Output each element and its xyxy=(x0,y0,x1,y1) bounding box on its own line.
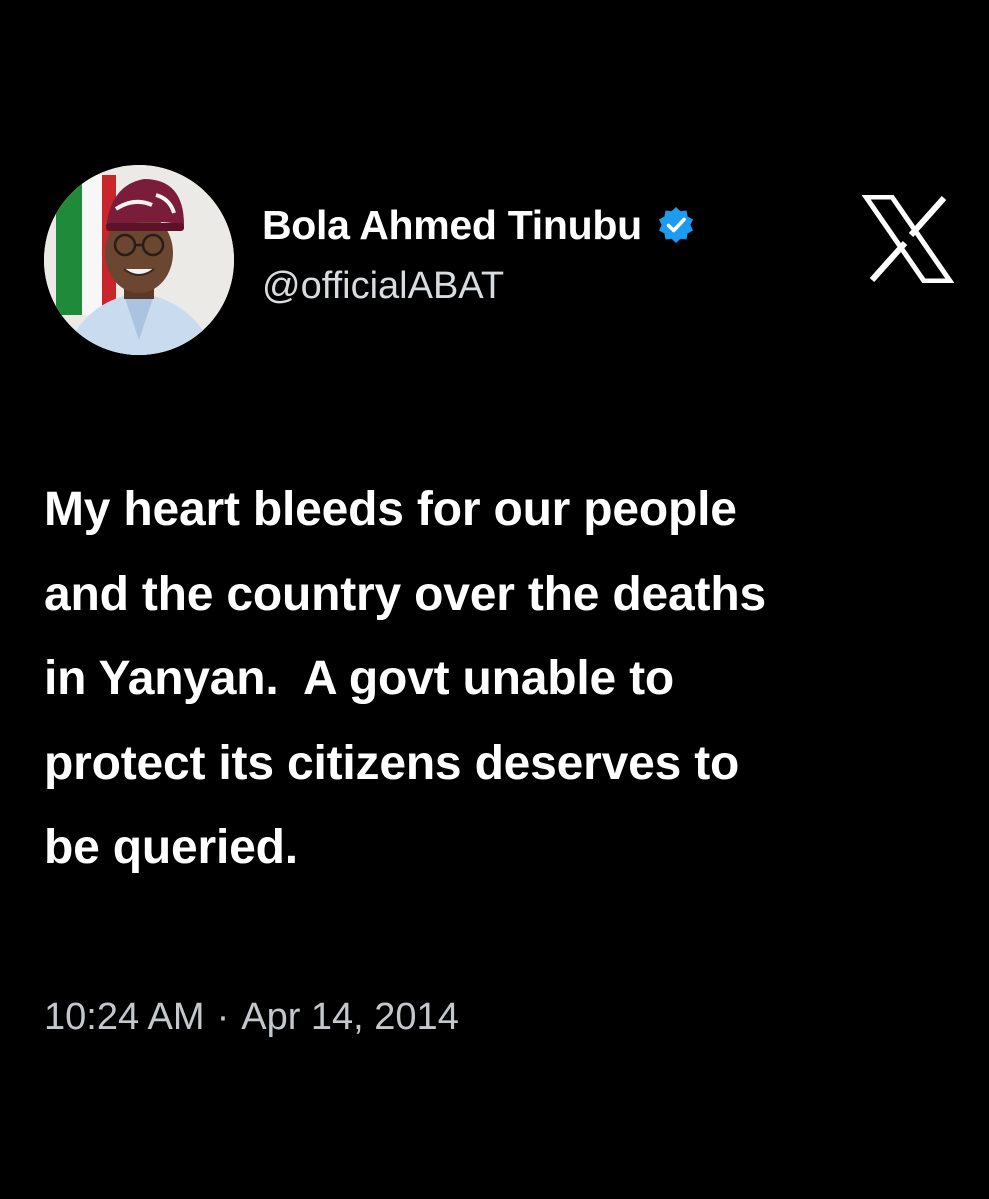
tweet-timestamp[interactable]: 10:24 AM · Apr 14, 2014 xyxy=(44,996,459,1039)
x-logo-icon xyxy=(861,194,955,284)
account-identity: Bola Ahmed Tinubu @officialABAT xyxy=(262,197,696,308)
profile-photo xyxy=(44,165,234,355)
avatar[interactable] xyxy=(44,165,234,355)
tweet-text: My heart bleeds for our people and the c… xyxy=(44,483,766,874)
name-row: Bola Ahmed Tinubu xyxy=(262,197,696,253)
tweet-time: 10:24 AM xyxy=(44,996,205,1038)
tweet-card: Bola Ahmed Tinubu @officialABAT My heart… xyxy=(0,0,989,1199)
display-name[interactable]: Bola Ahmed Tinubu xyxy=(262,202,642,249)
verified-badge-icon xyxy=(656,205,696,245)
tweet-header: Bola Ahmed Tinubu @officialABAT xyxy=(44,165,955,355)
handle[interactable]: @officialABAT xyxy=(262,265,696,308)
tweet-date: Apr 14, 2014 xyxy=(241,996,459,1038)
timestamp-separator: · xyxy=(216,996,230,1038)
